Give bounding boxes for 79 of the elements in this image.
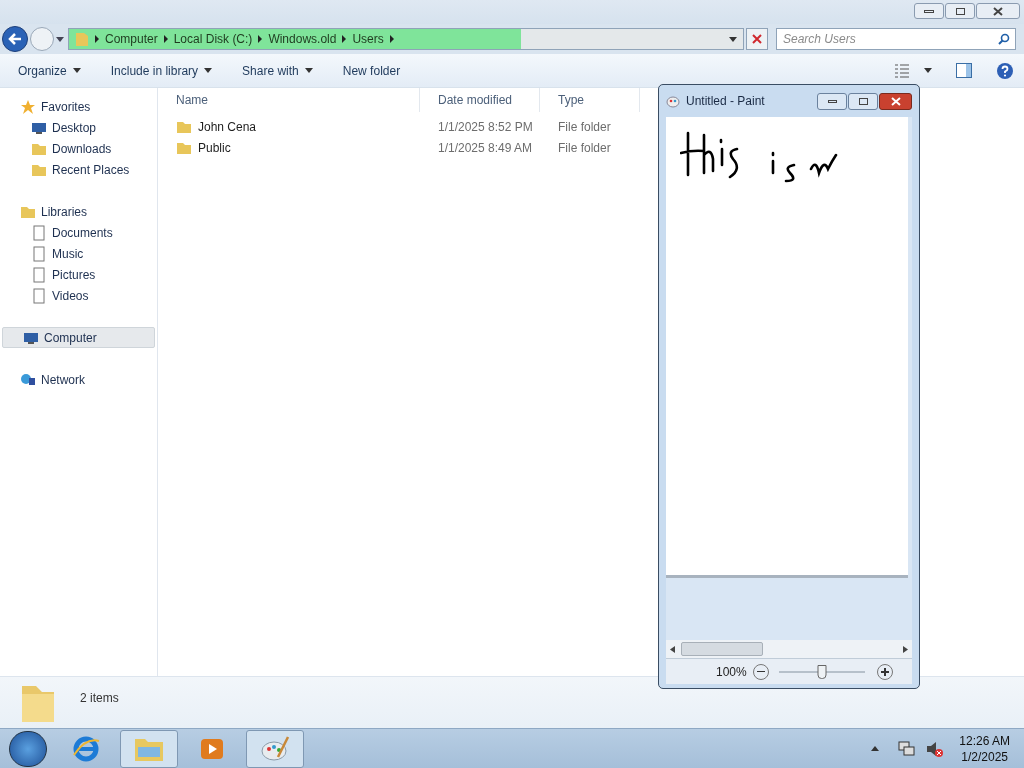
sidebar-item[interactable]: Recent Places xyxy=(0,159,157,180)
breadcrumb-item[interactable]: Computer xyxy=(105,30,158,48)
slider-thumb[interactable] xyxy=(817,664,827,679)
speaker-muted-icon[interactable] xyxy=(925,739,944,758)
caret-icon xyxy=(304,68,313,73)
caret-icon xyxy=(204,68,213,73)
column-header[interactable]: Name xyxy=(158,88,420,112)
globe-icon xyxy=(20,371,36,388)
close-button[interactable] xyxy=(976,3,1020,19)
scroll-left-icon[interactable] xyxy=(670,645,675,653)
zoom-slider[interactable] xyxy=(778,664,865,679)
sidebar-item[interactable]: Favorites xyxy=(0,96,157,117)
sidebar-item[interactable]: Computer xyxy=(2,327,155,348)
toolbar-button[interactable]: New folder xyxy=(334,58,409,83)
sidebar-item[interactable]: Pictures xyxy=(0,264,157,285)
breadcrumb-arrow-icon[interactable] xyxy=(95,35,99,43)
sidebar-item[interactable]: Desktop xyxy=(0,117,157,138)
search-field[interactable]: Search Users xyxy=(776,28,1016,50)
toolbar-button[interactable]: Share with xyxy=(234,58,321,83)
preview-pane-icon[interactable] xyxy=(956,63,972,78)
close-icon xyxy=(993,6,1003,16)
close-icon xyxy=(890,96,901,106)
breadcrumb-item[interactable]: Local Disk (C:) xyxy=(173,30,253,48)
window-title: Untitled - Paint xyxy=(686,93,765,110)
sidebar-item[interactable]: Music xyxy=(0,243,157,264)
address-bar[interactable]: Computer Local Disk (C:) Windows.old Users xyxy=(68,28,744,50)
play-icon xyxy=(200,736,224,761)
minimize-button[interactable] xyxy=(914,3,944,19)
breadcrumb-arrow-icon[interactable] xyxy=(163,35,168,43)
minimize-button[interactable] xyxy=(817,92,847,110)
horizontal-scrollbar[interactable] xyxy=(666,640,912,658)
address-dropdown-icon[interactable] xyxy=(729,37,737,42)
palette-icon xyxy=(260,734,290,763)
file-name[interactable]: John Cena xyxy=(198,117,257,136)
letter-e-icon xyxy=(72,734,100,763)
stop-button[interactable] xyxy=(746,28,768,50)
breadcrumb-arrow-icon[interactable] xyxy=(342,35,347,43)
scroll-right-icon[interactable] xyxy=(903,645,908,653)
sidebar-item[interactable]: Downloads xyxy=(0,138,157,159)
document-icon xyxy=(31,287,47,304)
column-header[interactable]: Type xyxy=(540,88,640,112)
close-icon xyxy=(752,34,762,44)
date-cell-text: 1/1/2025 8:52 PM xyxy=(437,118,534,136)
breadcrumb-arrow-icon[interactable] xyxy=(389,35,394,43)
sidebar-item[interactable]: Documents xyxy=(0,222,157,243)
clock[interactable]: 12:26 AM 1/2/2025 xyxy=(949,732,1020,765)
sidebar-item[interactable]: Libraries xyxy=(0,201,157,222)
type-cell-text: File folder xyxy=(557,118,612,136)
file-name[interactable]: Public xyxy=(198,138,231,157)
item-count: 2 items xyxy=(80,690,119,707)
breadcrumb-item[interactable]: Windows.old xyxy=(268,30,337,48)
column-header[interactable]: Date modified xyxy=(420,88,540,112)
back-arrow-icon xyxy=(8,33,22,45)
palette-icon xyxy=(666,94,680,108)
start-button[interactable] xyxy=(9,730,47,767)
search-icon[interactable] xyxy=(998,33,1010,45)
type-cell-text: File folder xyxy=(557,139,612,157)
view-dropdown-icon[interactable] xyxy=(924,68,932,73)
network-icon[interactable] xyxy=(897,739,916,758)
document-icon xyxy=(31,245,47,262)
restore-button[interactable] xyxy=(945,3,975,19)
back-button[interactable] xyxy=(2,26,28,52)
date-cell-text: 1/1/2025 8:49 AM xyxy=(437,139,534,157)
breadcrumb-arrow-icon[interactable] xyxy=(258,35,263,43)
show-hidden-icons-button[interactable] xyxy=(871,746,880,751)
toolbar-button[interactable]: Organize xyxy=(10,58,89,83)
document-icon xyxy=(31,266,47,283)
sidebar-item[interactable]: Network xyxy=(0,369,157,390)
maximize-button[interactable] xyxy=(848,92,878,110)
close-button[interactable] xyxy=(879,92,912,110)
document-icon xyxy=(31,224,47,241)
breadcrumb-item[interactable]: Users xyxy=(352,30,384,48)
folder-icon xyxy=(75,31,89,47)
star-icon xyxy=(20,98,36,115)
toolbar-button[interactable]: Include in library xyxy=(102,58,221,83)
help-icon[interactable] xyxy=(996,61,1014,80)
caret-icon xyxy=(72,68,81,73)
sidebar-item[interactable]: Videos xyxy=(0,285,157,306)
zoom-level: 100% xyxy=(716,663,747,681)
